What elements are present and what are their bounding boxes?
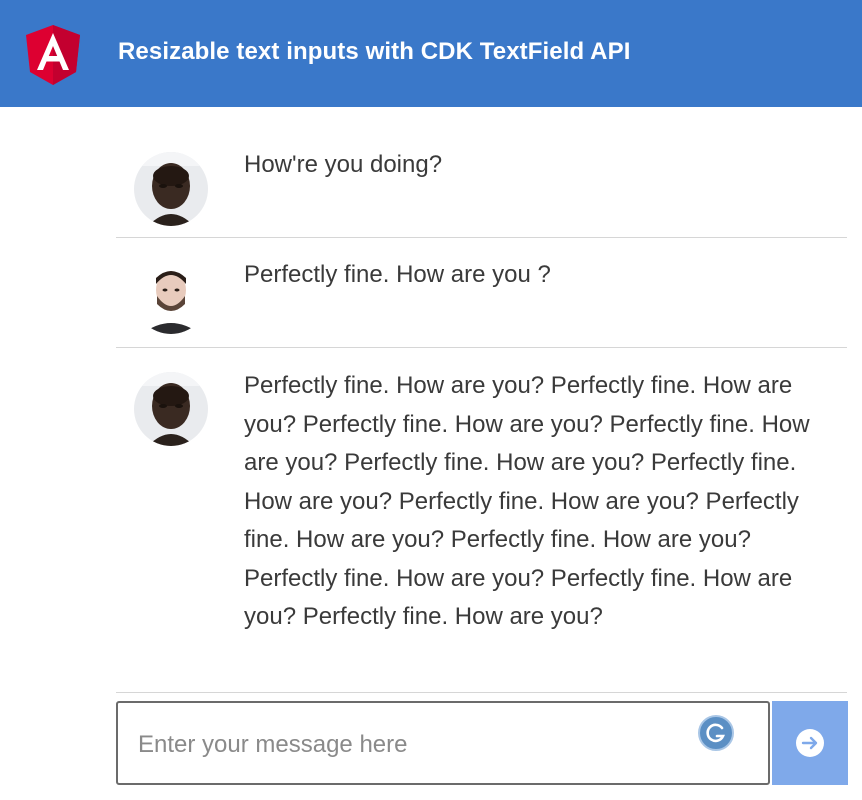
- avatar: [134, 372, 208, 446]
- header-bar: Resizable text inputs with CDK TextField…: [0, 0, 862, 107]
- message-input[interactable]: [136, 725, 680, 765]
- message-text: Perfectly fine. How are you? Perfectly f…: [244, 372, 810, 630]
- message-item: Perfectly fine. How are you? Perfectly f…: [116, 348, 847, 693]
- message-text: Perfectly fine. How are you ?: [244, 261, 551, 288]
- message-list: How're you doing? Perfectly fine. How ar…: [116, 128, 847, 693]
- angular-logo-icon: [26, 25, 80, 85]
- chat-app: Resizable text inputs with CDK TextField…: [0, 0, 862, 800]
- message-text: How're you doing?: [244, 151, 443, 178]
- send-button[interactable]: [772, 701, 848, 785]
- avatar: [134, 260, 208, 334]
- message-item: Perfectly fine. How are you ?: [116, 238, 847, 348]
- arrow-right-circle-icon: [796, 729, 824, 757]
- avatar: [134, 152, 208, 226]
- avatar-dark-skin-man-icon: [134, 372, 208, 446]
- avatar-dark-skin-man-icon: [134, 152, 208, 226]
- avatar-bearded-man-icon: [134, 260, 208, 334]
- page-title: Resizable text inputs with CDK TextField…: [118, 38, 631, 65]
- grammarly-g-icon: [706, 723, 725, 743]
- grammarly-icon[interactable]: [698, 715, 734, 751]
- message-composer: [116, 701, 770, 785]
- message-item: How're you doing?: [116, 128, 847, 238]
